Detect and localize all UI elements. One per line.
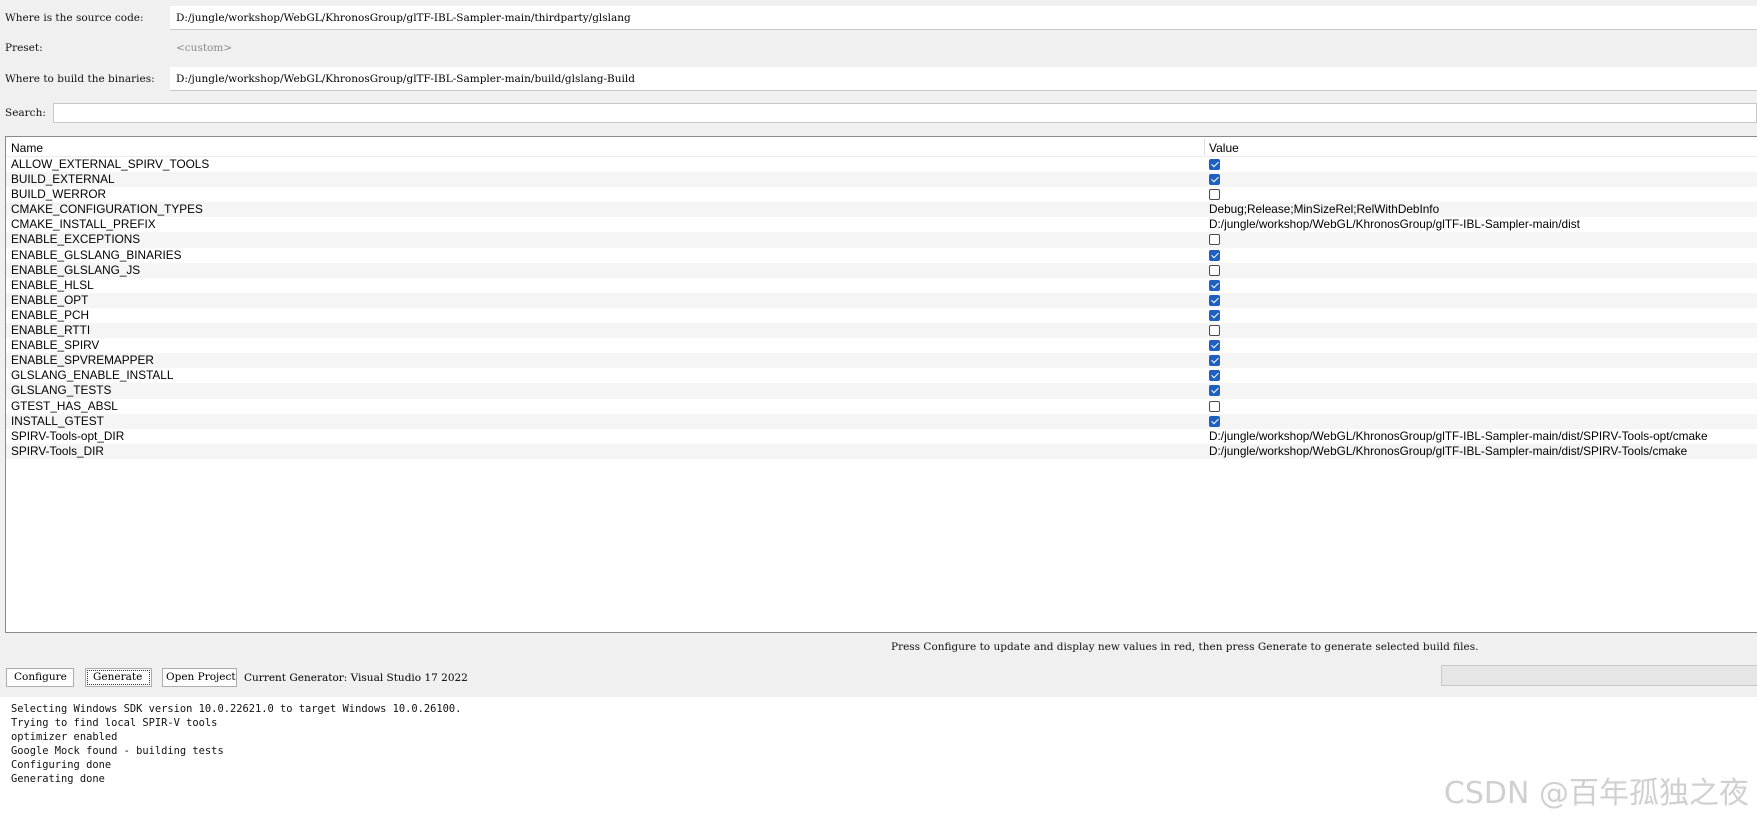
checkbox-checked[interactable] [1209,355,1220,367]
current-generator-label: Current Generator: Visual Studio 17 2022 [244,672,468,684]
table-row[interactable]: ALLOW_EXTERNAL_SPIRV_TOOLS [6,157,1757,172]
table-row[interactable]: GLSLANG_TESTS [6,383,1757,399]
table-row[interactable]: ENABLE_RTTI [6,323,1757,339]
property-name: GTEST_HAS_ABSL [11,398,118,413]
checkbox-checked[interactable] [1209,309,1220,321]
search-label: Search: [5,107,46,119]
checkbox-unchecked[interactable] [1209,234,1220,246]
table-rows: ALLOW_EXTERNAL_SPIRV_TOOLS BUILD_EXTERNAL… [6,157,1757,459]
table-row[interactable]: ENABLE_SPIRV [6,338,1757,353]
column-header-name[interactable]: Name [11,141,43,155]
table-row[interactable]: GTEST_HAS_ABSL [6,399,1757,414]
build-path-combobox[interactable]: D:/jungle/workshop/WebGL/KhronosGroup/gl… [170,67,1757,91]
property-name: SPIRV-Tools_DIR [11,443,104,458]
cache-property-table[interactable]: Name Value ALLOW_EXTERNAL_SPIRV_TOOLS BUI… [5,136,1757,633]
property-name: GLSLANG_TESTS [11,383,112,398]
table-row[interactable]: ENABLE_EXCEPTIONS [6,232,1757,248]
property-name: ENABLE_EXCEPTIONS [11,232,141,247]
preset-combobox[interactable]: <custom> [170,36,1757,60]
property-name: ENABLE_SPIRV [11,338,100,353]
watermark: CSDN @百年孤独之夜 [1443,776,1749,811]
property-name: ENABLE_SPVREMAPPER [11,353,154,368]
property-name: CMAKE_INSTALL_PREFIX [11,217,156,232]
property-name: ENABLE_OPT [11,292,89,307]
property-name: SPIRV-Tools-opt_DIR [11,428,125,443]
table-row[interactable]: CMAKE_CONFIGURATION_TYPES Debug;Release;M… [6,202,1757,218]
table-row[interactable]: ENABLE_HLSL [6,278,1757,293]
property-name: ENABLE_HLSL [11,277,94,292]
search-input[interactable] [53,103,1757,123]
table-row[interactable]: CMAKE_INSTALL_PREFIX D:/jungle/workshop/W… [6,217,1757,232]
property-name: BUILD_EXTERNAL [11,172,115,187]
property-name: ENABLE_RTTI [11,323,91,338]
checkbox-checked[interactable] [1209,174,1220,186]
progress-bar [1441,665,1757,686]
property-name: ALLOW_EXTERNAL_SPIRV_TOOLS [11,157,210,171]
column-header-value[interactable]: Value [1209,141,1239,155]
property-value[interactable]: D:/jungle/workshop/WebGL/KhronosGroup/gl… [1209,444,1687,459]
table-row[interactable]: BUILD_EXTERNAL [6,172,1757,188]
search-row: Search: [0,101,1757,129]
cmake-gui-window: Where is the source code: D:/jungle/work… [0,0,1757,820]
source-path-combobox[interactable]: D:/jungle/workshop/WebGL/KhronosGroup/gl… [170,6,1757,30]
preset-row: Preset: <custom> [0,36,1757,64]
checkbox-checked[interactable] [1209,340,1220,352]
table-row[interactable]: ENABLE_OPT [6,292,1757,308]
checkbox-checked[interactable] [1209,415,1220,427]
table-header: Name Value [6,137,1757,157]
configure-button[interactable]: Configure [6,668,74,687]
checkbox-checked[interactable] [1209,370,1220,382]
column-divider[interactable] [1204,139,1205,155]
table-row[interactable]: BUILD_WERROR [6,187,1757,202]
log-line: Selecting Windows SDK version 10.0.22621… [11,703,462,715]
table-row[interactable]: SPIRV-Tools-opt_DIR D:/jungle/workshop/We… [6,429,1757,444]
property-name: ENABLE_PCH [11,307,90,322]
checkbox-checked[interactable] [1209,159,1220,170]
table-row[interactable]: ENABLE_GLSLANG_BINARIES [6,248,1757,263]
property-name: ENABLE_GLSLANG_JS [11,262,141,277]
property-value[interactable]: D:/jungle/workshop/WebGL/KhronosGroup/gl… [1209,217,1580,232]
build-row: Where to build the binaries: D:/jungle/w… [0,67,1757,95]
checkbox-unchecked[interactable] [1209,189,1220,201]
source-row: Where is the source code: D:/jungle/work… [0,6,1757,34]
configure-hint-text: Press Configure to update and display ne… [891,641,1479,653]
table-row[interactable]: ENABLE_PCH [6,308,1757,323]
property-name: INSTALL_GTEST [11,413,104,428]
property-value[interactable]: D:/jungle/workshop/WebGL/KhronosGroup/gl… [1209,429,1708,444]
source-label: Where is the source code: [5,12,144,24]
log-line: Google Mock found - building tests [11,745,224,757]
preset-label: Preset: [5,42,43,54]
checkbox-checked[interactable] [1209,385,1220,397]
property-name: ENABLE_GLSLANG_BINARIES [11,247,182,262]
property-name: CMAKE_CONFIGURATION_TYPES [11,202,203,217]
table-row[interactable]: ENABLE_GLSLANG_JS [6,262,1757,278]
checkbox-unchecked[interactable] [1209,264,1220,276]
table-row[interactable]: INSTALL_GTEST [6,413,1757,429]
checkbox-unchecked[interactable] [1209,325,1220,337]
log-line: Trying to find local SPIR-V tools [11,717,218,729]
log-line: optimizer enabled [11,731,118,743]
build-label: Where to build the binaries: [5,73,155,85]
generate-button[interactable]: Generate [85,668,152,687]
property-name: GLSLANG_ENABLE_INSTALL [11,368,174,383]
open-project-button[interactable]: Open Project [162,668,237,687]
property-name: BUILD_WERROR [11,187,107,202]
checkbox-checked[interactable] [1209,249,1220,261]
checkbox-unchecked[interactable] [1209,400,1220,412]
checkbox-checked[interactable] [1209,279,1220,291]
property-value[interactable]: Debug;Release;MinSizeRel;RelWithDebInfo [1209,202,1439,217]
table-row[interactable]: SPIRV-Tools_DIR D:/jungle/workshop/WebGL/… [6,443,1757,459]
table-row[interactable]: ENABLE_SPVREMAPPER [6,353,1757,369]
table-row[interactable]: GLSLANG_ENABLE_INSTALL [6,368,1757,383]
checkbox-checked[interactable] [1209,294,1220,306]
